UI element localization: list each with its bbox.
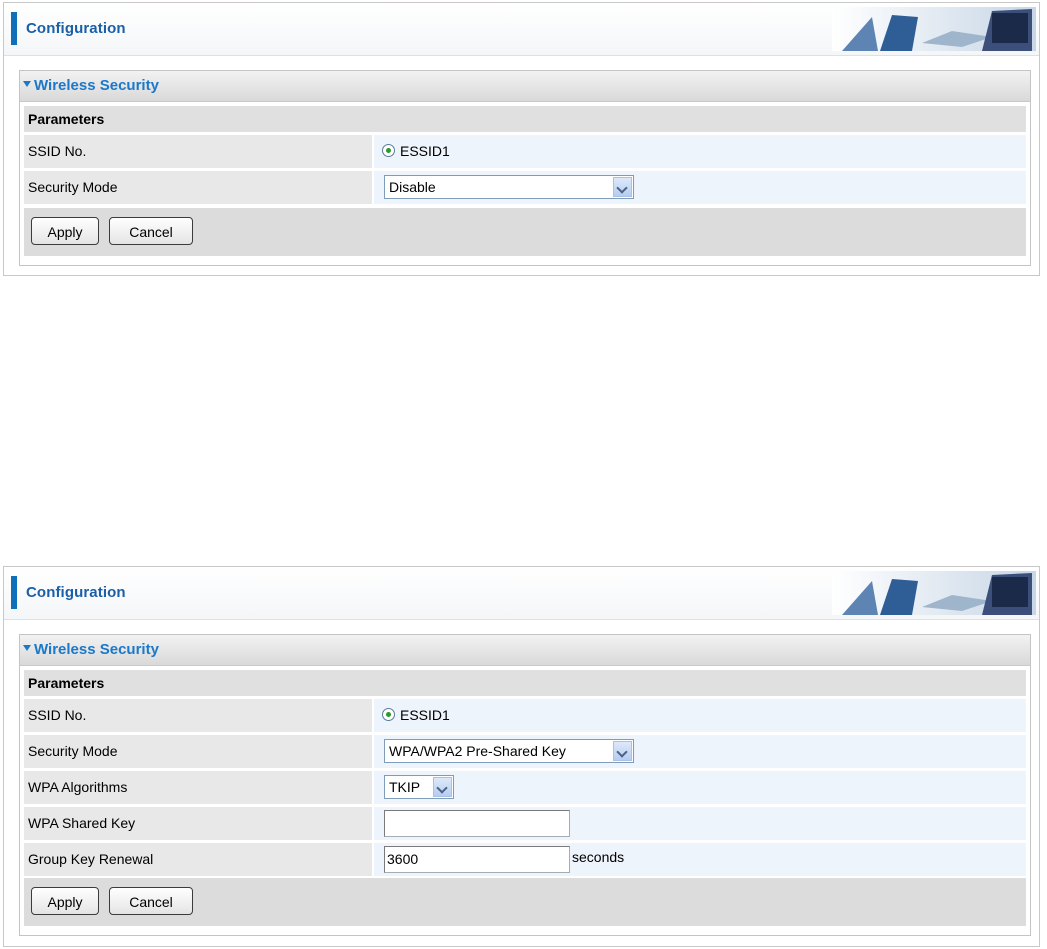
ssid-radio-label: ESSID1 [400,143,450,159]
security-mode-value: Disable [389,179,436,195]
cancel-button[interactable]: Cancel [109,217,193,245]
group-key-unit: seconds [572,849,625,865]
parameters-heading-row: Parameters [24,106,1026,132]
wpa-shared-key-input[interactable] [384,810,570,837]
parameters-heading-row: Parameters [24,670,1026,696]
wpa-algorithms-value: TKIP [389,779,421,795]
wireless-security-section: Wireless Security Parameters SSID No. ES… [19,70,1031,266]
ssid-row: SSID No. ESSID1 [24,135,1026,168]
parameters-heading: Parameters [28,111,105,127]
wpa-shared-key-row: WPA Shared Key [24,807,1026,840]
page-title: Configuration [26,20,126,37]
group-key-renewal-label: Group Key Renewal [24,843,372,876]
ssid-radio-button[interactable] [382,708,395,721]
office-banner-image [832,571,1036,615]
page-title: Configuration [26,584,126,601]
security-mode-label: Security Mode [24,735,372,768]
button-bar: Apply Cancel [24,878,1026,926]
collapse-triangle-icon [23,81,31,88]
cancel-button[interactable]: Cancel [109,887,193,915]
wireless-security-header[interactable]: Wireless Security [20,635,1030,666]
section-title: Wireless Security [34,641,159,658]
config-panel-disabled: Configuration Wireless Security Paramete… [3,2,1040,276]
header-accent-bar [11,12,17,45]
chevron-down-icon[interactable] [613,177,632,197]
ssid-radio-label: ESSID1 [400,707,450,723]
group-key-renewal-input[interactable]: 3600 [384,846,570,873]
button-bar: Apply Cancel [24,208,1026,256]
wpa-algorithms-label: WPA Algorithms [24,771,372,804]
section-title: Wireless Security [34,77,159,94]
wpa-algorithms-row: WPA Algorithms TKIP [24,771,1026,804]
wireless-security-section: Wireless Security Parameters SSID No. ES… [19,634,1031,936]
header-accent-bar [11,576,17,609]
ssid-label: SSID No. [24,135,372,168]
parameters-heading: Parameters [28,675,105,691]
ssid-radio-button[interactable] [382,144,395,157]
collapse-triangle-icon [23,645,31,652]
wireless-security-header[interactable]: Wireless Security [20,71,1030,102]
chevron-down-icon[interactable] [433,777,452,797]
apply-button[interactable]: Apply [31,217,99,245]
apply-button[interactable]: Apply [31,887,99,915]
configuration-header: Configuration [4,567,1039,620]
configuration-header: Configuration [4,3,1039,56]
group-key-renewal-row: Group Key Renewal 3600 seconds [24,843,1026,876]
config-panel-wpa: Configuration Wireless Security Paramete… [3,566,1040,947]
office-banner-image [832,7,1036,51]
security-mode-value: WPA/WPA2 Pre-Shared Key [389,743,566,759]
ssid-label: SSID No. [24,699,372,732]
security-mode-label: Security Mode [24,171,372,204]
security-mode-select[interactable]: WPA/WPA2 Pre-Shared Key [384,739,634,763]
security-mode-row: Security Mode Disable [24,171,1026,204]
security-mode-row: Security Mode WPA/WPA2 Pre-Shared Key [24,735,1026,768]
wpa-shared-key-label: WPA Shared Key [24,807,372,840]
wpa-algorithms-select[interactable]: TKIP [384,775,454,799]
security-mode-select[interactable]: Disable [384,175,634,199]
ssid-row: SSID No. ESSID1 [24,699,1026,732]
chevron-down-icon[interactable] [613,741,632,761]
